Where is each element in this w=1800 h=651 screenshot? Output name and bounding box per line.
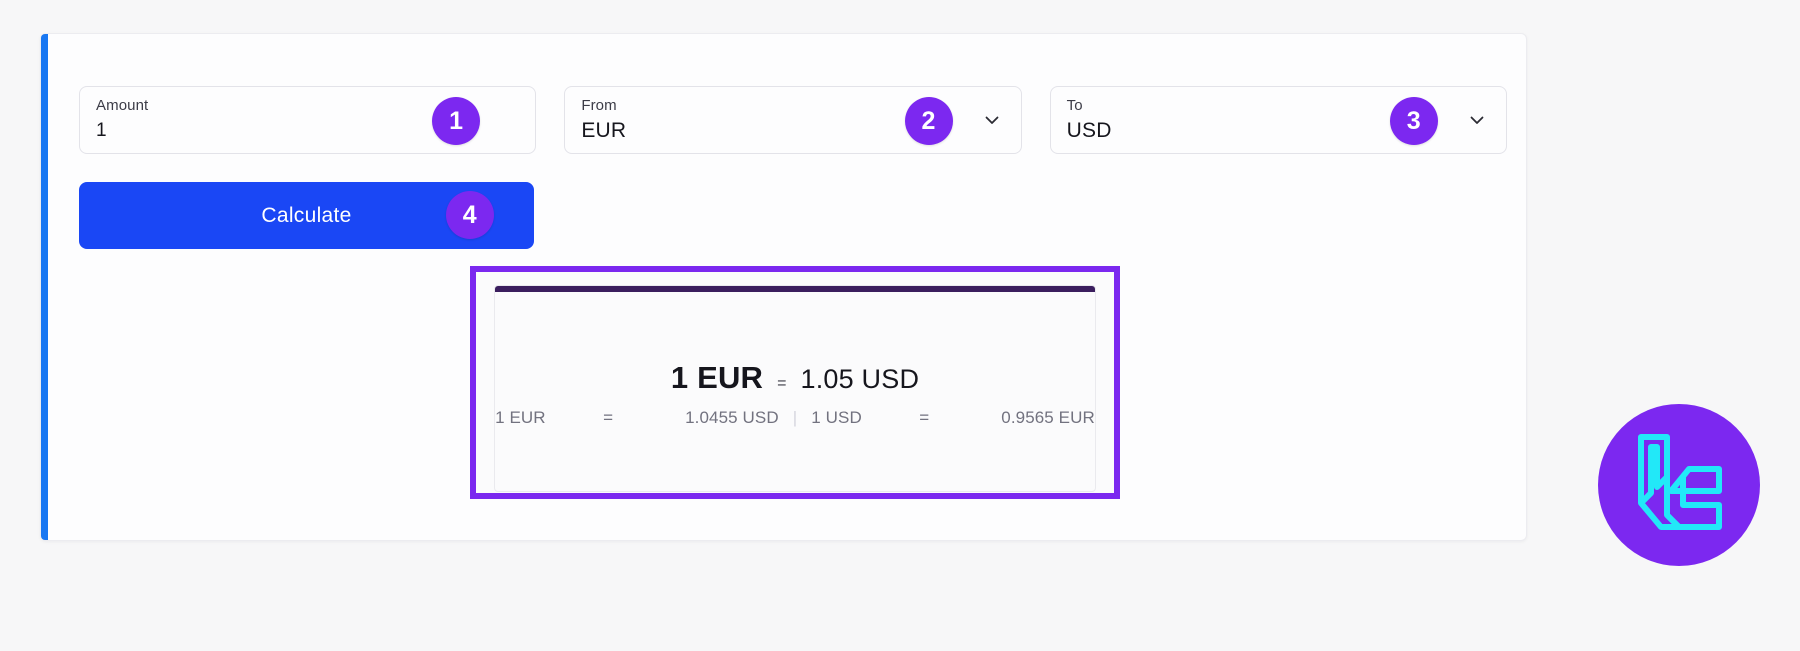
headline-from-amount: 1 EUR: [670, 360, 764, 395]
to-currency-select[interactable]: To USD 3: [1049, 86, 1507, 154]
brand-logo-badge[interactable]: [1598, 404, 1760, 566]
step-badge-2: 2: [904, 97, 953, 145]
rate-reverse-label: 1 USD: [811, 408, 862, 427]
brand-logo-icon: [1627, 431, 1731, 539]
step-badge-4: 4: [446, 191, 494, 239]
rate-row-forward: 1 EUR = 1.0455 USD: [495, 408, 779, 428]
from-currency-select[interactable]: From EUR 2: [564, 86, 1022, 154]
rate-reverse-sign: =: [919, 408, 930, 427]
rate-forward-sign: =: [603, 408, 614, 427]
converter-field-row: Amount 1 1 From EUR 2 To USD 3: [79, 86, 1507, 154]
calculate-button[interactable]: Calculate 4: [79, 182, 534, 249]
currency-converter-card: Amount 1 1 From EUR 2 To USD 3 Calculate…: [40, 33, 1527, 541]
result-highlight-outline: 1 EUR = 1.05 USD 1 EUR = 1.0455 USD | 1 …: [470, 266, 1120, 499]
chevron-down-icon[interactable]: [1466, 109, 1488, 131]
rate-separator: |: [792, 408, 798, 427]
rate-row-reverse: 1 USD = 0.9565 EUR: [811, 408, 1095, 428]
card-accent-bar: [41, 34, 48, 540]
screen: Amount 1 1 From EUR 2 To USD 3 Calculate…: [0, 0, 1800, 651]
headline-equals-sign: =: [777, 375, 787, 392]
rate-forward-value: 1.0455 USD: [685, 408, 779, 427]
step-badge-3: 3: [1389, 97, 1438, 145]
step-badge-1: 1: [432, 97, 481, 145]
rate-reverse-value: 0.9565 EUR: [1001, 408, 1095, 427]
result-top-bar: [495, 286, 1095, 292]
chevron-down-icon[interactable]: [981, 109, 1003, 131]
exchange-rate-details: 1 EUR = 1.0455 USD | 1 USD = 0.9565 EUR: [495, 408, 1095, 428]
calculate-button-label: Calculate: [261, 203, 352, 227]
amount-field[interactable]: Amount 1 1: [79, 86, 537, 154]
headline-to-amount: 1.05 USD: [800, 364, 920, 394]
conversion-headline: 1 EUR = 1.05 USD: [495, 360, 1095, 396]
rate-forward-label: 1 EUR: [495, 408, 546, 427]
conversion-result-box: 1 EUR = 1.05 USD 1 EUR = 1.0455 USD | 1 …: [494, 285, 1096, 492]
